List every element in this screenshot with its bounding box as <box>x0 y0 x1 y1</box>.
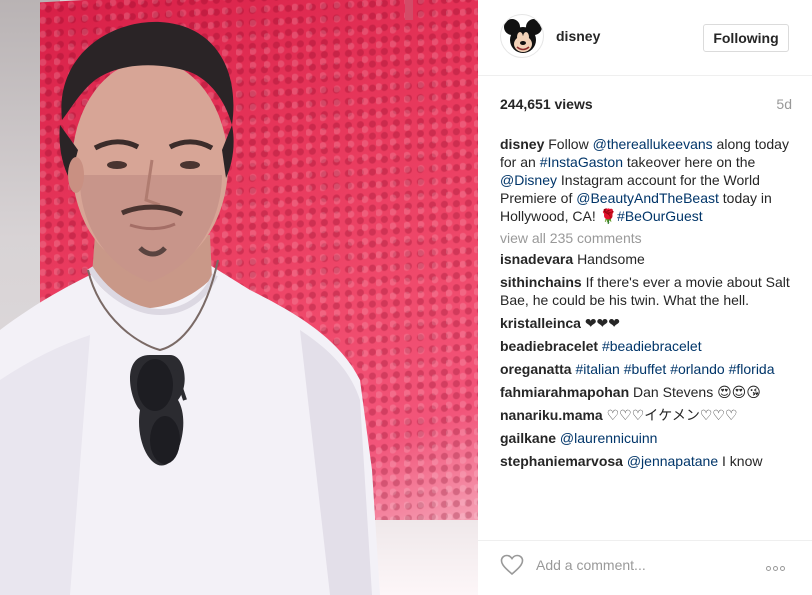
mention-or-hashtag-link[interactable]: #buffet <box>624 361 667 377</box>
comment-username[interactable]: isnadevara <box>500 251 573 267</box>
comment-username[interactable]: stephaniemarvosa <box>500 453 623 469</box>
mention-or-hashtag-link[interactable]: @BeautyAndTheBeast <box>576 190 719 206</box>
comment-text: Handsome <box>577 251 645 267</box>
mention-or-hashtag-link[interactable]: #InstaGaston <box>540 154 623 170</box>
comment-text: ♡♡♡イケメン♡♡♡ <box>606 407 738 423</box>
comment-username[interactable]: oreganatta <box>500 361 572 377</box>
comment-item: nanariku.mama ♡♡♡イケメン♡♡♡ <box>500 406 792 424</box>
comment-username[interactable]: fahmiarahmapohan <box>500 384 629 400</box>
comment-text: takeover here on the <box>622 154 756 170</box>
comment-item: stephaniemarvosa @jennapatane I know <box>500 452 792 470</box>
post-author-username[interactable]: disney <box>556 28 600 44</box>
comment-username[interactable]: beadiebracelet <box>500 338 598 354</box>
comment-item: sithinchains If there's ever a movie abo… <box>500 273 792 309</box>
comment-text: I know <box>718 453 763 469</box>
instagram-post-modal: disney Following 244,651 views 5d disney… <box>0 0 812 595</box>
caption-username[interactable]: disney <box>500 136 544 152</box>
mention-or-hashtag-link[interactable]: #italian <box>575 361 619 377</box>
post-stats: 244,651 views 5d <box>500 96 792 116</box>
comment-list: isnadevara Handsome sithinchains If there… <box>500 250 792 470</box>
post-details-panel: disney Following 244,651 views 5d disney… <box>478 0 812 595</box>
comment-text: ❤❤❤ <box>584 315 621 331</box>
man-in-white-tshirt <box>0 21 380 595</box>
comment-item: fahmiarahmapohan Dan Stevens 😍😍😘 <box>500 383 792 401</box>
dot-icon <box>773 566 778 571</box>
post-age[interactable]: 5d <box>776 96 792 112</box>
comment-text: Follow <box>548 136 593 152</box>
comment-item: kristalleinca ❤❤❤ <box>500 314 792 332</box>
post-video[interactable] <box>0 0 478 595</box>
comment-item: oreganatta #italian #buffet #orlando #fl… <box>500 360 792 378</box>
mention-or-hashtag-link[interactable]: @jennapatane <box>627 453 718 469</box>
view-all-comments-link[interactable]: view all 235 comments <box>500 229 792 247</box>
comments-section: disney Follow @thereallukeevans along to… <box>500 135 792 470</box>
more-options-icon[interactable] <box>766 558 792 571</box>
mention-or-hashtag-link[interactable]: @Disney <box>500 172 557 188</box>
mickey-icon <box>504 19 542 53</box>
comment-username[interactable]: kristalleinca <box>500 315 581 331</box>
view-count[interactable]: 244,651 views <box>500 96 593 112</box>
mickey-avatar[interactable] <box>500 14 544 58</box>
dot-icon <box>766 566 771 571</box>
post-header: disney Following <box>478 0 812 76</box>
dot-icon <box>780 566 785 571</box>
post-footer <box>478 540 812 595</box>
mention-or-hashtag-link[interactable]: #florida <box>729 361 775 377</box>
comment-username[interactable]: sithinchains <box>500 274 582 290</box>
mention-or-hashtag-link[interactable]: #beadiebracelet <box>602 338 702 354</box>
comment-item: isnadevara Handsome <box>500 250 792 268</box>
post-caption: disney Follow @thereallukeevans along to… <box>500 135 792 225</box>
comment-username[interactable]: nanariku.mama <box>500 407 603 423</box>
add-comment-input[interactable] <box>536 554 756 576</box>
comment-item: beadiebracelet #beadiebracelet <box>500 337 792 355</box>
comment-username[interactable]: gailkane <box>500 430 556 446</box>
mention-or-hashtag-link[interactable]: @laurennicuinn <box>560 430 658 446</box>
heart-icon[interactable] <box>500 554 524 576</box>
comment-item: gailkane @laurennicuinn <box>500 429 792 447</box>
following-button[interactable]: Following <box>703 24 789 52</box>
comment-text: Dan Stevens 😍😍😘 <box>633 384 761 400</box>
mention-or-hashtag-link[interactable]: #orlando <box>670 361 725 377</box>
mention-or-hashtag-link[interactable]: #BeOurGuest <box>617 208 703 224</box>
mention-or-hashtag-link[interactable]: @thereallukeevans <box>593 136 713 152</box>
